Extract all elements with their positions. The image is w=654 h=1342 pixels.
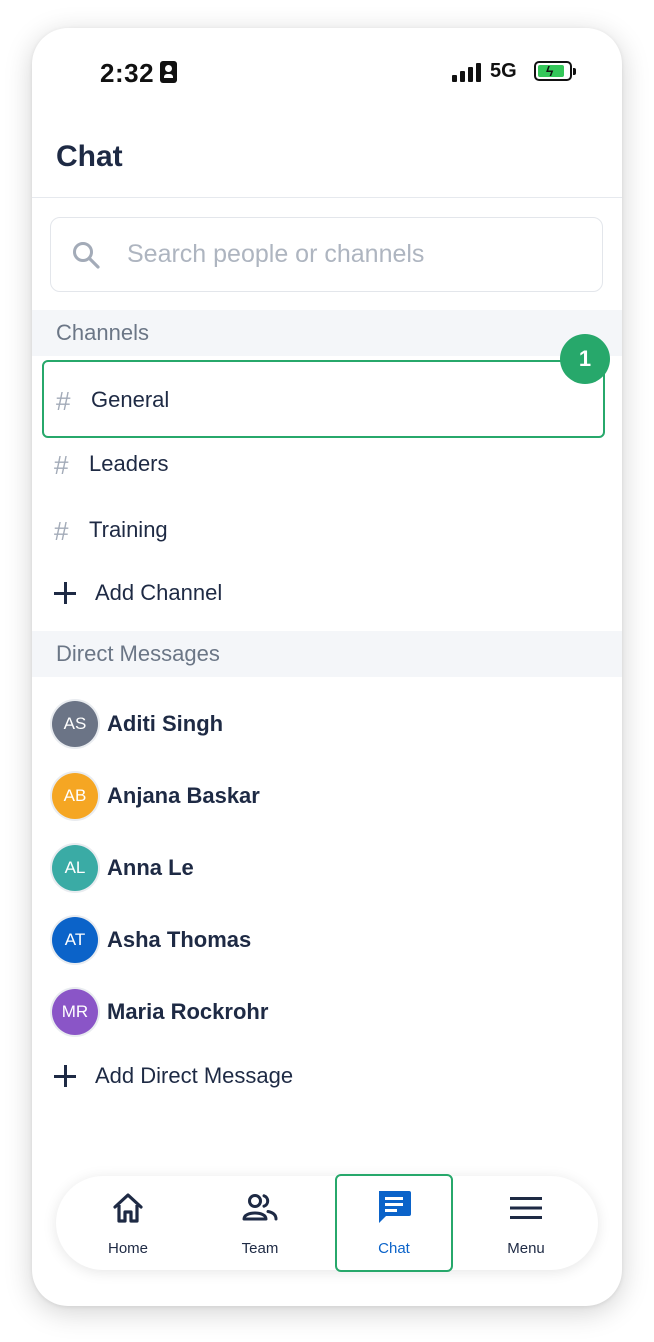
direct-messages-section-label: Direct Messages — [56, 641, 220, 666]
contact-card-icon — [160, 61, 177, 83]
add-channel-button[interactable]: Add Channel — [42, 566, 605, 626]
status-time: 2:32 — [100, 58, 155, 88]
dm-row-aditi-singh[interactable]: AS Aditi Singh — [42, 690, 605, 760]
nav-chat-label: Chat — [378, 1240, 410, 1257]
search-box[interactable] — [50, 217, 603, 292]
home-icon — [113, 1193, 143, 1223]
channel-label: General — [91, 387, 170, 412]
dm-row-maria-rockrohr[interactable]: MR Maria Rockrohr — [42, 978, 605, 1048]
plus-icon — [54, 582, 76, 604]
dm-row-anjana-baskar[interactable]: AB Anjana Baskar — [42, 762, 605, 832]
channel-label: Leaders — [89, 451, 169, 476]
phone-screen: 2:32 5G ϟ Chat Channels # General 1 # Le… — [32, 28, 622, 1306]
hash-icon: # — [54, 516, 69, 546]
search-icon — [73, 242, 100, 269]
dm-row-asha-thomas[interactable]: AT Asha Thomas — [42, 906, 605, 976]
search-input[interactable] — [127, 234, 587, 274]
avatar: AB — [52, 773, 98, 819]
nav-home-label: Home — [107, 1240, 148, 1257]
avatar: AT — [52, 917, 98, 963]
direct-messages-section-header: Direct Messages — [32, 631, 622, 677]
page-title: Chat — [56, 140, 123, 173]
dm-name: Anna Le — [107, 855, 194, 880]
nav-team-label: Team — [241, 1240, 279, 1257]
nav-team[interactable]: Team — [201, 1176, 319, 1270]
unread-badge: 1 — [560, 334, 610, 384]
channel-row-training[interactable]: # Training — [42, 492, 605, 570]
avatar: AL — [52, 845, 98, 891]
plus-icon — [54, 1065, 76, 1087]
dm-row-anna-le[interactable]: AL Anna Le — [42, 834, 605, 904]
nav-menu-label: Menu — [507, 1240, 545, 1257]
battery-charging-icon: ϟ — [534, 61, 576, 81]
nav-menu[interactable]: Menu — [467, 1176, 585, 1270]
add-direct-message-label: Add Direct Message — [95, 1063, 294, 1088]
hash-icon: # — [54, 450, 69, 480]
avatar: AS — [52, 701, 98, 747]
nav-home[interactable]: Home — [69, 1176, 187, 1270]
dm-name: Asha Thomas — [107, 927, 252, 952]
channels-section-label: Channels — [56, 320, 149, 345]
status-bar: 2:32 5G ϟ — [32, 28, 622, 116]
bottom-nav: Home Team Chat Menu — [56, 1174, 598, 1272]
signal-icon — [452, 62, 482, 82]
add-channel-label: Add Channel — [95, 580, 223, 605]
hash-icon: # — [56, 386, 71, 416]
avatar: MR — [52, 989, 98, 1035]
dm-name: Maria Rockrohr — [107, 999, 269, 1024]
channels-section-header: Channels — [32, 310, 622, 356]
add-direct-message-button[interactable]: Add Direct Message — [42, 1049, 605, 1109]
network-type: 5G — [490, 60, 517, 82]
chat-icon — [379, 1191, 411, 1223]
dm-name: Aditi Singh — [107, 711, 224, 736]
team-icon — [242, 1194, 278, 1221]
header-divider — [32, 197, 622, 198]
channel-label: Training — [89, 517, 168, 542]
menu-icon — [510, 1197, 542, 1219]
nav-chat[interactable]: Chat — [335, 1174, 453, 1272]
dm-name: Anjana Baskar — [107, 783, 260, 808]
